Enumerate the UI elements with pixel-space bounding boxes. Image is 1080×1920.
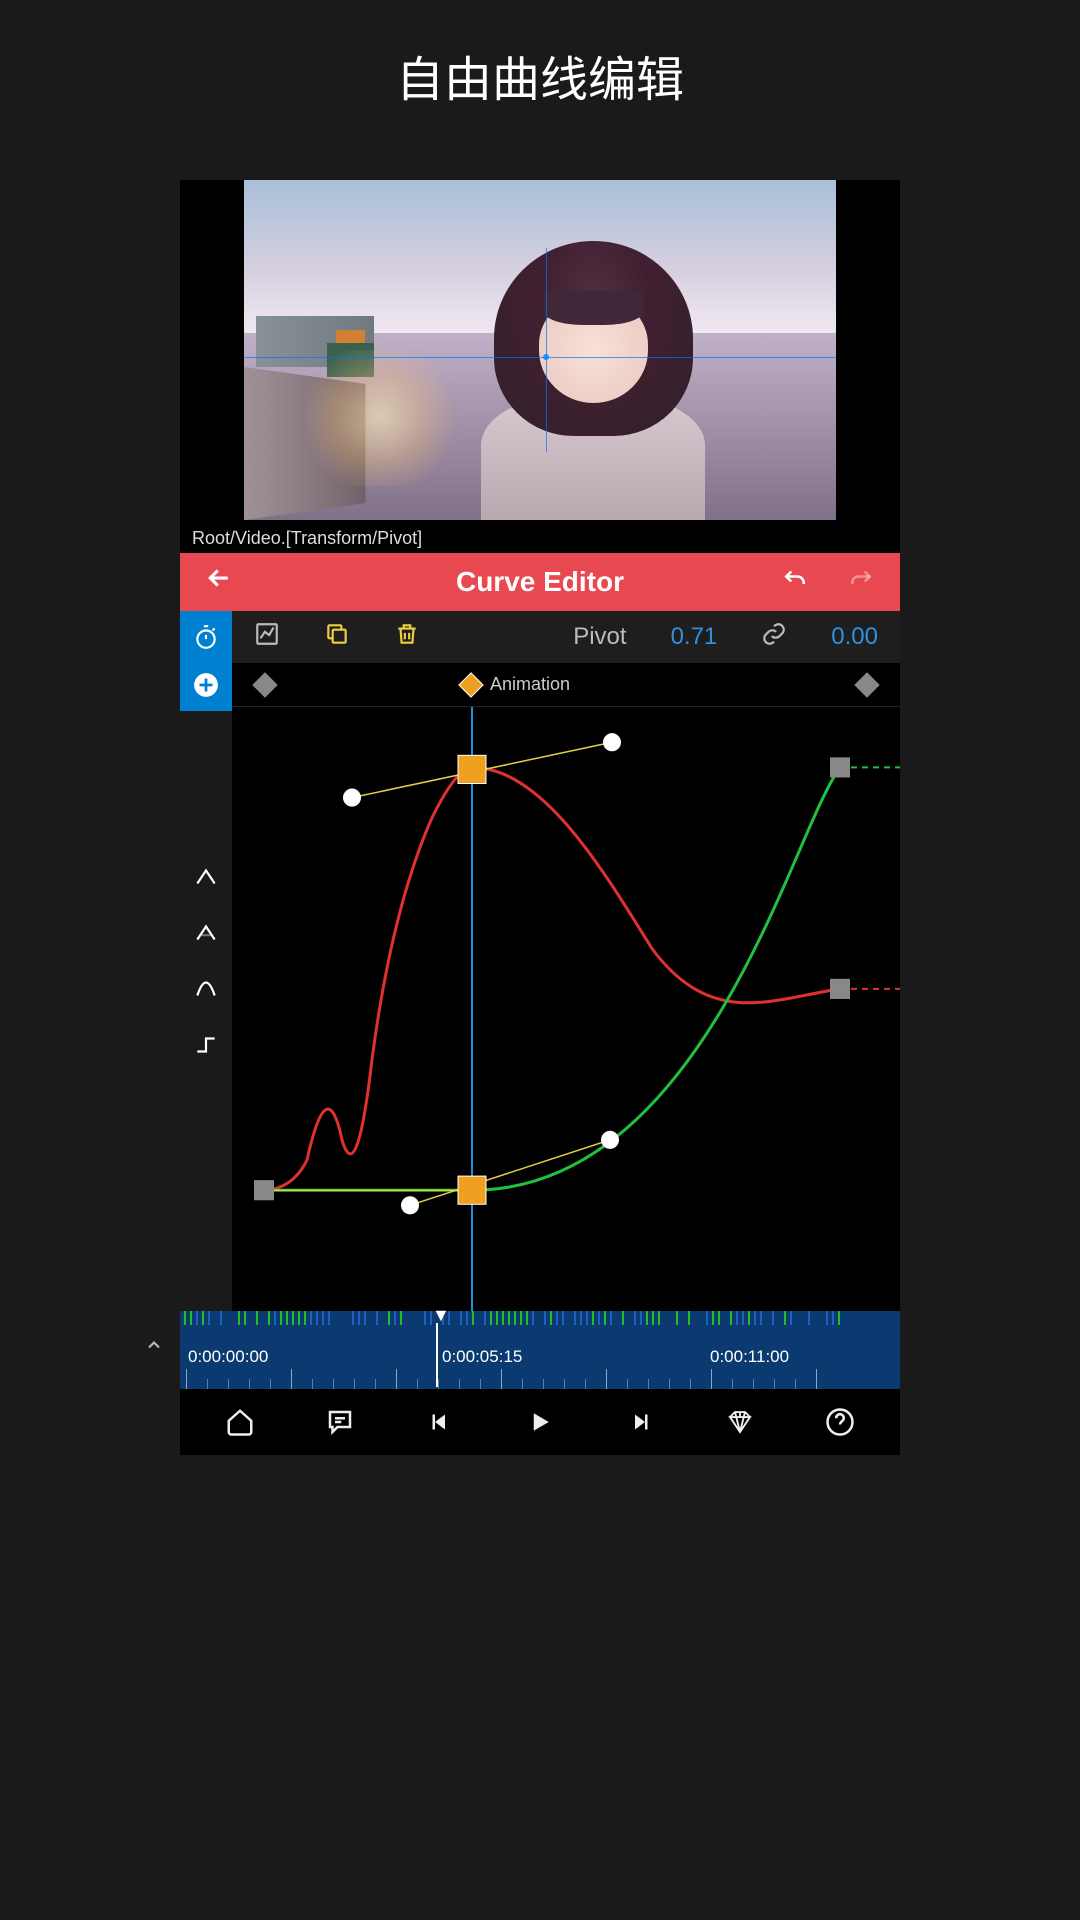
linear-interp-icon[interactable] [190, 861, 222, 893]
back-button[interactable] [204, 563, 234, 601]
keyframe-row: Animation [232, 663, 900, 707]
timeline[interactable]: ▼ 0:00:00:00 0:00:05:15 0:00:11:00 [180, 1311, 900, 1389]
property-label: Pivot [573, 623, 626, 651]
video-preview [244, 180, 836, 520]
page-title: 自由曲线编辑 [0, 0, 1080, 140]
main-area: Pivot 0.71 0.00 Animation [232, 611, 900, 1311]
timeline-time-1: 0:00:05:15 [442, 1347, 522, 1367]
home-icon[interactable] [218, 1400, 262, 1444]
step-back-icon[interactable] [418, 1400, 462, 1444]
diamond-icon[interactable] [718, 1400, 762, 1444]
bottom-bar [180, 1389, 900, 1455]
timeline-collapse-icon[interactable] [144, 1335, 164, 1361]
delete-icon[interactable] [394, 621, 420, 653]
crosshair-horizontal [244, 357, 836, 358]
timeline-time-0: 0:00:00:00 [188, 1347, 268, 1367]
undo-button[interactable] [780, 564, 810, 601]
editor-header: Curve Editor [180, 553, 900, 611]
step-interp-icon[interactable] [190, 1029, 222, 1061]
copy-icon[interactable] [324, 621, 350, 653]
breadcrumb: Root/Video.[Transform/Pivot] [190, 520, 890, 553]
keyframe-label: Animation [490, 674, 570, 695]
link-icon[interactable] [761, 621, 787, 654]
sidebar [180, 611, 232, 1311]
property-value-1[interactable]: 0.71 [671, 623, 718, 651]
keyframe-next[interactable] [854, 672, 879, 697]
redo-button[interactable] [846, 564, 876, 601]
ease-interp-icon[interactable] [190, 973, 222, 1005]
add-button[interactable] [190, 669, 222, 701]
device-frame: Root/Video.[Transform/Pivot] Curve Edito… [180, 180, 900, 1455]
bezier-interp-icon[interactable] [190, 917, 222, 949]
play-icon[interactable] [518, 1400, 562, 1444]
graph-icon[interactable] [254, 621, 280, 653]
playhead-icon[interactable]: ▼ [432, 1305, 450, 1326]
toolbar: Pivot 0.71 0.00 [232, 611, 900, 663]
keyframe-prev[interactable] [252, 672, 277, 697]
editor-title: Curve Editor [456, 566, 624, 598]
crosshair-vertical [546, 248, 547, 452]
curve-canvas[interactable] [232, 707, 900, 1311]
timeline-time-2: 0:00:11:00 [710, 1347, 789, 1367]
step-forward-icon[interactable] [618, 1400, 662, 1444]
property-value-2[interactable]: 0.00 [831, 623, 878, 651]
keyframe-current[interactable] [458, 672, 483, 697]
stopwatch-icon[interactable] [190, 621, 222, 653]
pivot-point[interactable] [543, 354, 549, 360]
editor-body: Pivot 0.71 0.00 Animation [180, 611, 900, 1311]
help-icon[interactable] [818, 1400, 862, 1444]
comment-icon[interactable] [318, 1400, 362, 1444]
